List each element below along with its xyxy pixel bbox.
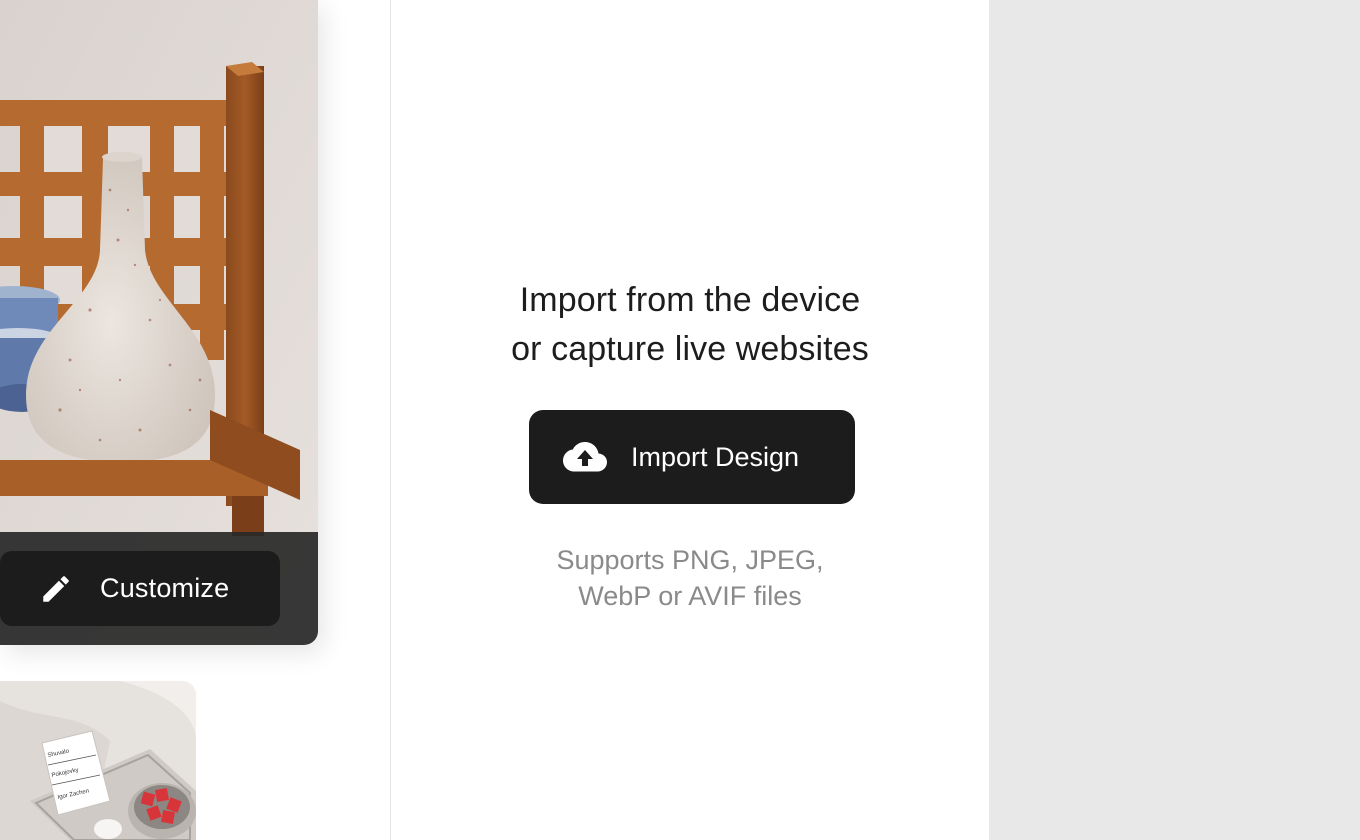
import-design-button[interactable]: Import Design bbox=[529, 410, 855, 504]
import-panel: Import from the device or capture live w… bbox=[390, 0, 990, 840]
pencil-icon bbox=[38, 571, 74, 607]
template-card-vase[interactable]: Customize bbox=[0, 0, 318, 645]
template-gallery: Customize Shuvalo Pokojovky Igor Zachen bbox=[0, 0, 390, 840]
import-title: Import from the device or capture live w… bbox=[391, 276, 989, 374]
supported-formats-hint: Supports PNG, JPEG, WebP or AVIF files bbox=[391, 542, 989, 614]
template-card-breakfast[interactable]: Shuvalo Pokojovky Igor Zachen bbox=[0, 681, 196, 840]
customize-label: Customize bbox=[100, 573, 230, 603]
hint-line-1: Supports PNG, JPEG, bbox=[556, 545, 824, 575]
hint-line-2: WebP or AVIF files bbox=[578, 581, 802, 611]
import-design-label: Import Design bbox=[631, 441, 800, 472]
breakfast-tray-photo: Shuvalo Pokojovky Igor Zachen bbox=[0, 681, 196, 840]
import-title-line-2: or capture live websites bbox=[511, 330, 869, 368]
customize-button[interactable]: Customize bbox=[0, 551, 280, 626]
right-empty-area bbox=[989, 0, 1360, 840]
cloud-upload-icon bbox=[563, 439, 607, 475]
import-title-line-1: Import from the device bbox=[519, 281, 861, 319]
